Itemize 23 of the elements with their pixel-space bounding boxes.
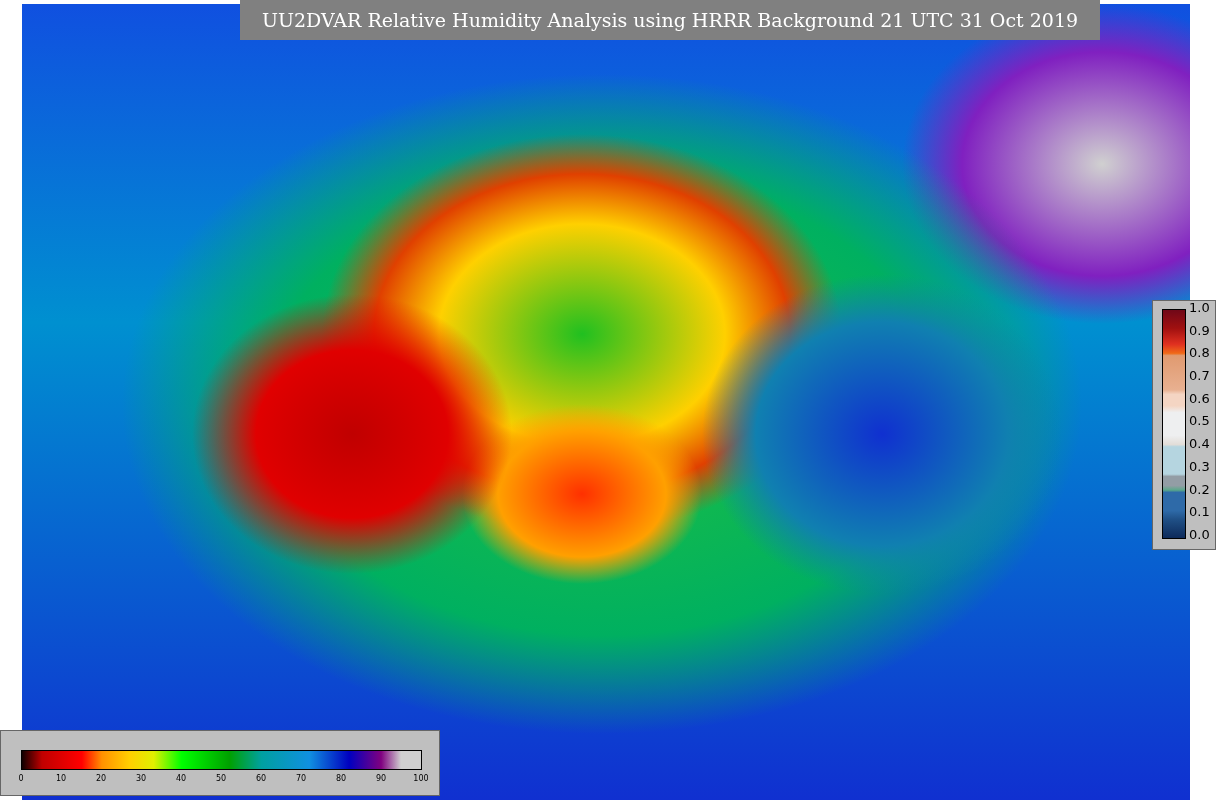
colorbar-tick-label: 0.5: [1189, 414, 1210, 428]
colorbar-tick-label: 90: [374, 774, 388, 783]
colorbar-tick-label: 0.2: [1189, 482, 1210, 496]
colorbar-tick-label: 0.3: [1189, 459, 1210, 473]
colorbar-tick-label: 0.0: [1189, 527, 1210, 541]
colorbar-tick-label: 10: [54, 774, 68, 783]
colorbar-tick-label: 30: [134, 774, 148, 783]
colorbar-tick-label: 0.8: [1189, 346, 1210, 360]
colorbar-tick-label: 0.6: [1189, 391, 1210, 405]
map-title: UU2DVAR Relative Humidity Analysis using HRRR Background 21 UTC 31 Oct 2019: [240, 0, 1100, 40]
colorbar-tick-label: 70: [294, 774, 308, 783]
colorbar-tick-label: 1.0: [1189, 301, 1210, 314]
colorbar-tick-label: 0: [17, 774, 25, 783]
colorbar-tick-label: 80: [334, 774, 348, 783]
colorbar-tick-label: 60: [254, 774, 268, 783]
colorbar-tick-label: 0.1: [1189, 505, 1210, 519]
colorbar-tick-label: 0.4: [1189, 437, 1210, 451]
colorbar-tick-label: 50: [214, 774, 228, 783]
colorbar-tick-label: 40: [174, 774, 188, 783]
colorbar-tick-label: 0.7: [1189, 369, 1210, 383]
colorbar-tick-label: 100: [412, 774, 430, 783]
colorbar-tick-label: 20: [94, 774, 108, 783]
colorbar-tick-label: 0.9: [1189, 323, 1210, 337]
